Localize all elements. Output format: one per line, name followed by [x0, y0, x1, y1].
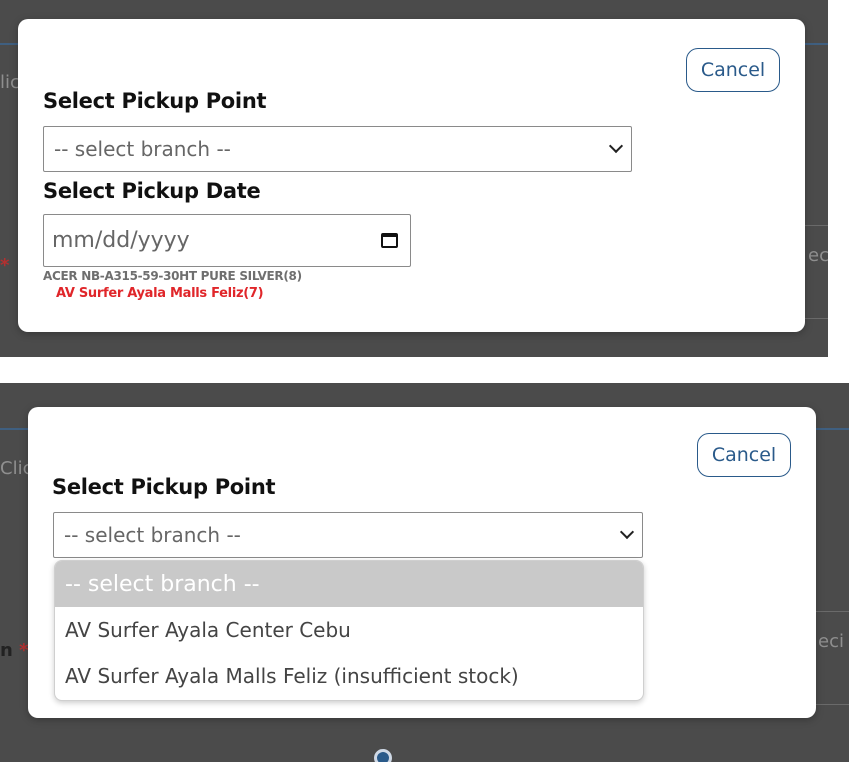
branch-select[interactable]: -- select branch -- [53, 512, 643, 558]
branch-select-value: -- select branch -- [54, 137, 231, 161]
pickup-date-label: Select Pickup Date [43, 179, 261, 203]
branch-stock-line: AV Surfer Ayala Malls Feliz(7) [56, 286, 264, 301]
product-stock-line: ACER NB-A315-59-30HT PURE SILVER(8) [43, 269, 302, 283]
background-radio[interactable] [374, 749, 392, 762]
pickup-point-label: Select Pickup Point [52, 475, 276, 499]
date-placeholder: mm/dd/yyyy [52, 228, 190, 253]
dropdown-option-placeholder[interactable]: -- select branch -- [55, 561, 643, 607]
pickup-modal: Cancel Select Pickup Point -- select bra… [28, 407, 816, 718]
cancel-button[interactable]: Cancel [686, 48, 780, 92]
pickup-point-label: Select Pickup Point [43, 89, 267, 113]
calendar-icon[interactable] [381, 233, 398, 248]
branch-select[interactable]: -- select branch -- [43, 126, 632, 172]
background-text-fragment: lic [0, 72, 20, 93]
background-text-fragment: eci [818, 631, 844, 652]
dropdown-option-ayala-malls-feliz[interactable]: AV Surfer Ayala Malls Feliz (insufficien… [55, 653, 643, 699]
top-screenshot-panel: lic * eci Cancel Select Pickup Point -- … [0, 0, 828, 357]
bottom-screenshot-panel: Clic n * eci Cancel Select Pickup Point … [0, 383, 849, 762]
branch-select-value: -- select branch -- [64, 523, 241, 547]
cancel-button[interactable]: Cancel [697, 433, 791, 477]
pickup-modal: Cancel Select Pickup Point -- select bra… [18, 19, 805, 332]
background-required-label: * [0, 255, 10, 276]
background-required-label: n * [0, 640, 29, 661]
chevron-down-icon [608, 138, 624, 154]
pickup-date-input[interactable]: mm/dd/yyyy [43, 214, 411, 267]
branch-dropdown-list: -- select branch -- AV Surfer Ayala Cent… [54, 560, 644, 701]
chevron-down-icon [619, 524, 635, 540]
background-text-fragment: eci [808, 245, 828, 266]
dropdown-option-ayala-center-cebu[interactable]: AV Surfer Ayala Center Cebu [55, 607, 643, 653]
